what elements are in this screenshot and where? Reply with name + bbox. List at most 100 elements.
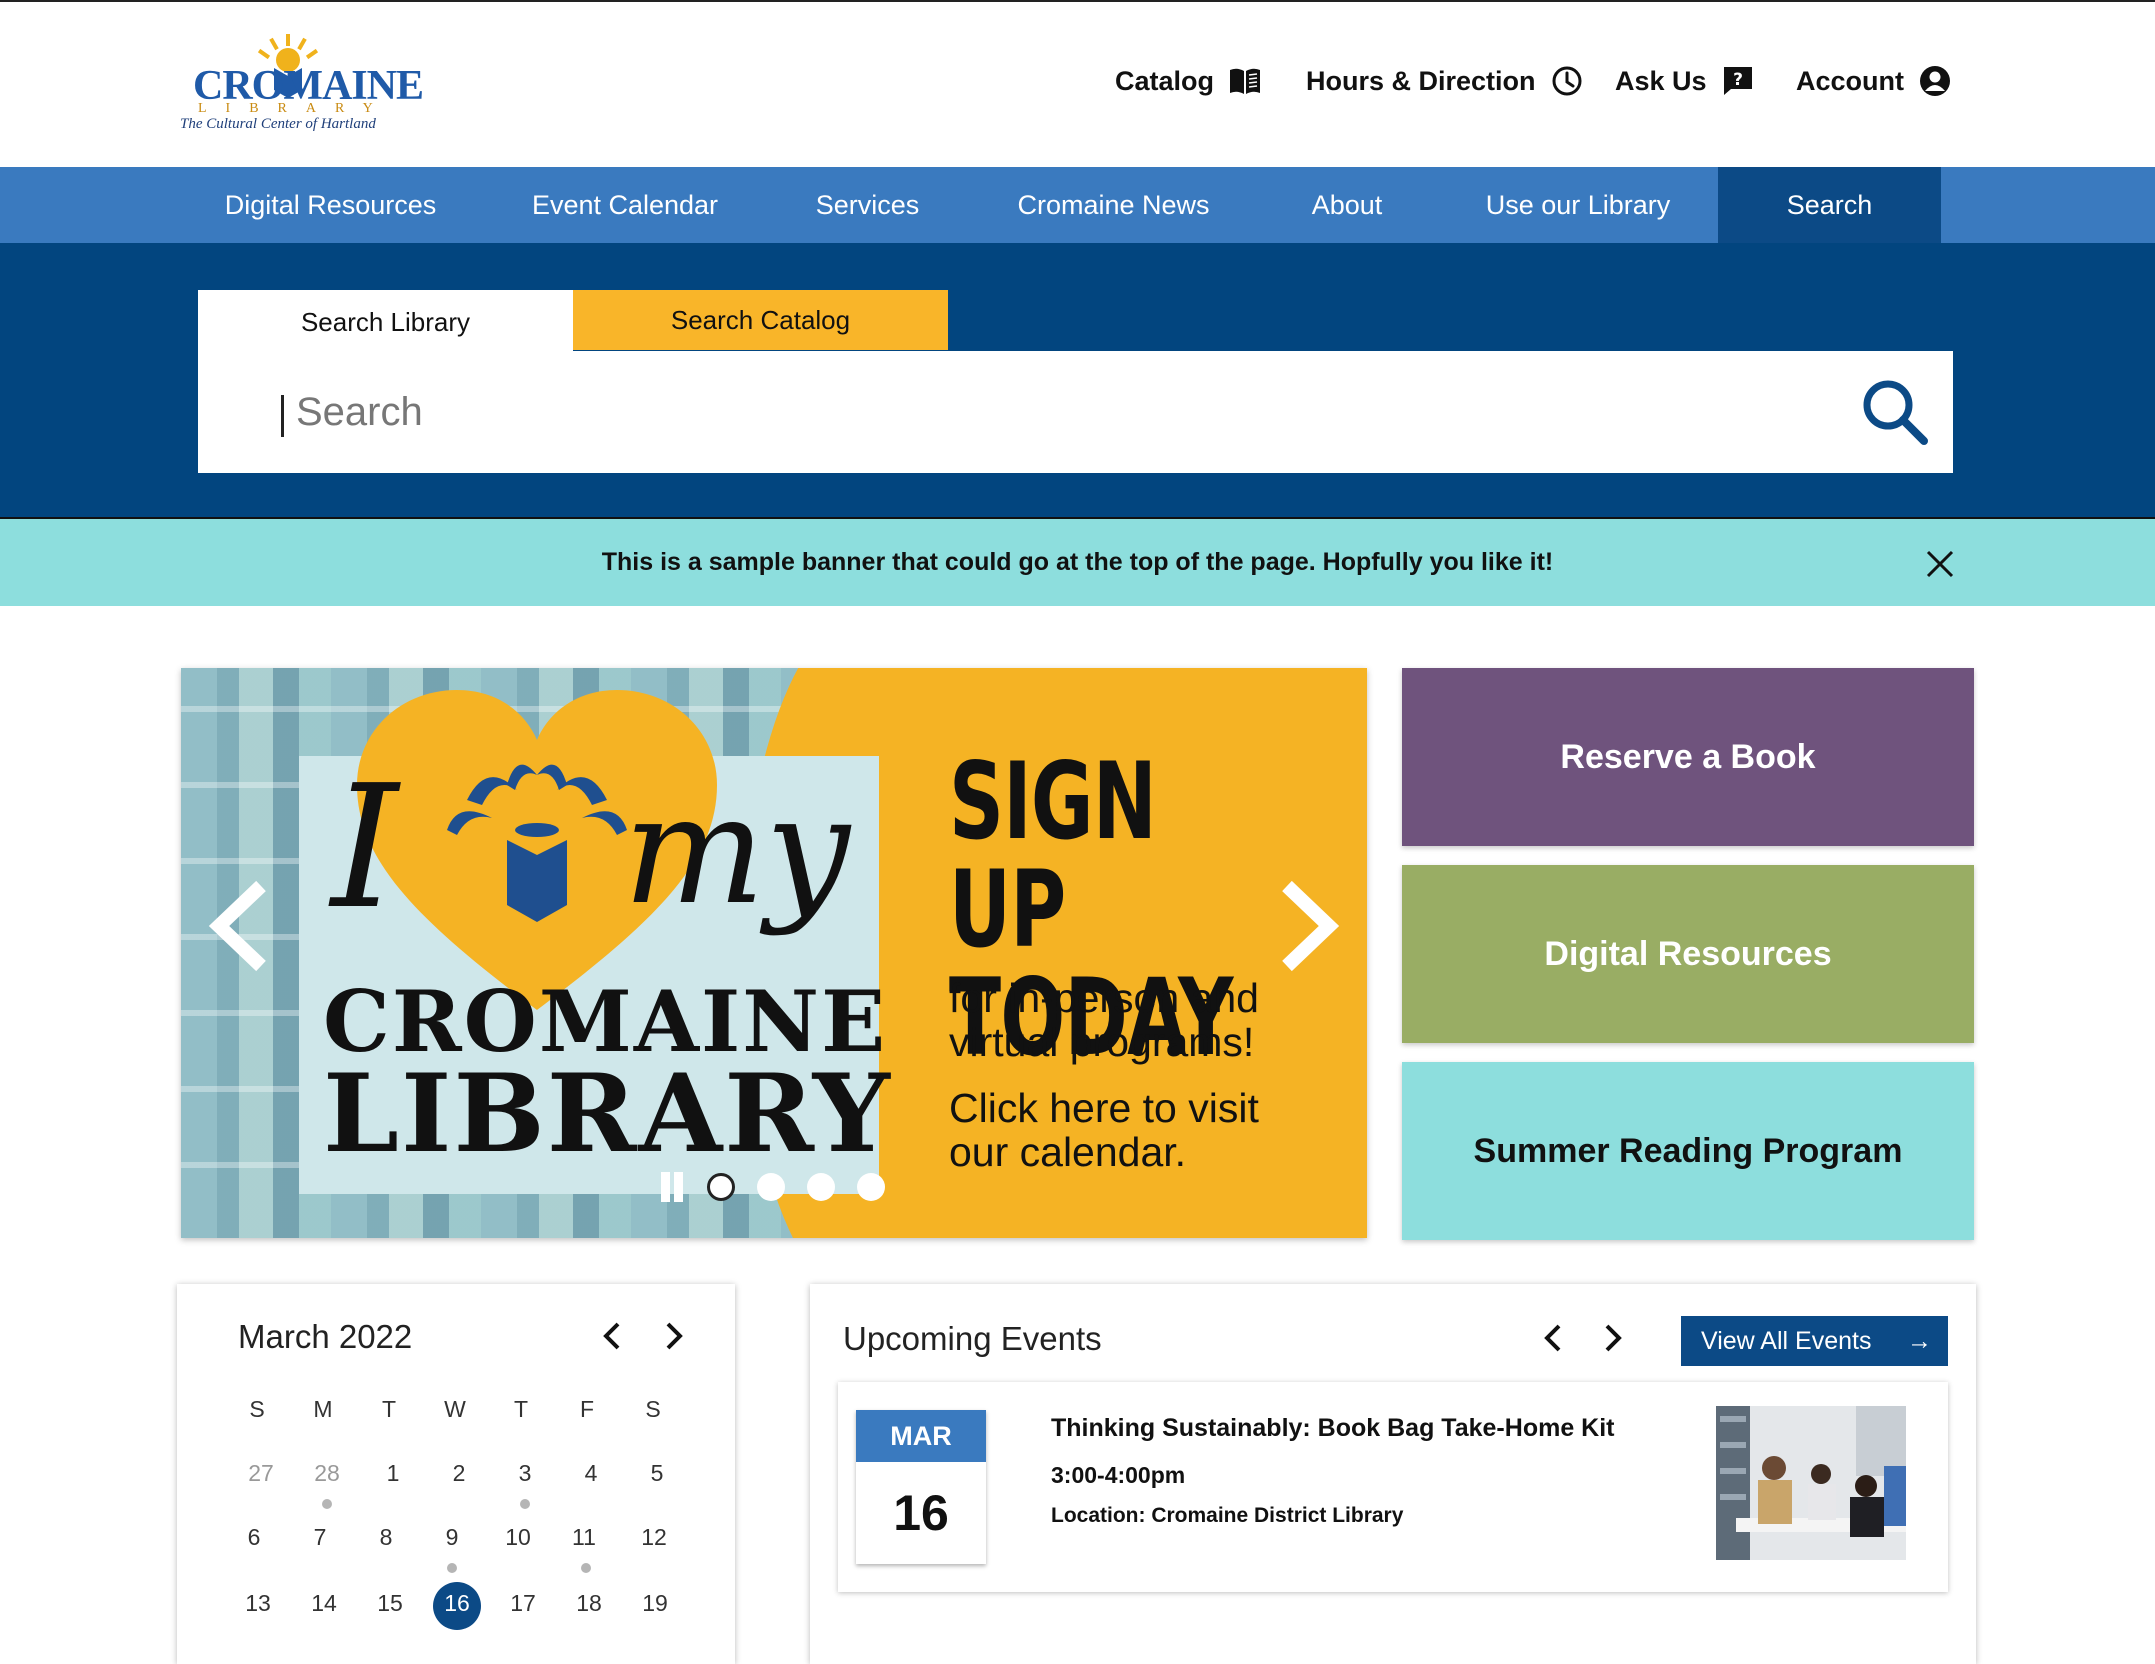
event-card[interactable]: MAR 16 Thinking Sustainably: Book Bag Ta…: [838, 1382, 1948, 1592]
cromaine-library-logo[interactable]: CROMAINE LIBRARY The Cultural Center of …: [178, 32, 424, 142]
search-icon[interactable]: [1858, 375, 1932, 449]
event-marker: [447, 1563, 457, 1573]
ask-us-link[interactable]: Ask Us ?: [1615, 64, 1755, 98]
arrow-right-icon: →: [1907, 1327, 1932, 1355]
digital-resources-label: Digital Resources: [1544, 935, 1832, 973]
calendar-month-title: March 2022: [238, 1318, 413, 1355]
tab-search-library[interactable]: Search Library: [198, 290, 573, 354]
catalog-link[interactable]: Catalog: [1115, 64, 1262, 98]
calendar-day[interactable]: 14: [299, 1590, 349, 1617]
clock-icon: [1552, 66, 1582, 96]
calendar-dow: M: [313, 1396, 333, 1422]
calendar-dow: T: [381, 1396, 397, 1422]
question-bubble-icon: ?: [1723, 67, 1752, 95]
account-icon: [1920, 66, 1950, 96]
digital-resources-button[interactable]: Digital Resources: [1402, 865, 1974, 1043]
calendar-day[interactable]: 9: [427, 1524, 477, 1551]
promo-my-word: my: [623, 764, 850, 938]
event-marker: [520, 1499, 530, 1509]
logo-subtitle: LIBRARY: [198, 101, 392, 116]
account-link[interactable]: Account: [1796, 64, 1952, 98]
carousel-dot-2[interactable]: [757, 1173, 785, 1201]
calendar-day[interactable]: 15: [365, 1590, 415, 1617]
calendar-day[interactable]: 19: [630, 1590, 680, 1617]
calendar-day[interactable]: 3: [500, 1460, 550, 1487]
close-icon[interactable]: [1924, 548, 1956, 580]
calendar-day[interactable]: 5: [632, 1460, 682, 1487]
calendar-day[interactable]: 7: [295, 1524, 345, 1551]
nav-item-use-our-library[interactable]: Use our Library: [1468, 167, 1688, 243]
alert-text: This is a sample banner that could go at…: [601, 548, 1554, 576]
promo-calendar-link[interactable]: Click here to visit our calendar.: [949, 1086, 1279, 1174]
search-box: [198, 351, 1953, 473]
calendar-day[interactable]: 18: [564, 1590, 614, 1617]
upcoming-events-panel: Upcoming Events View All Events → MAR 16…: [810, 1284, 1976, 1664]
calendar-day[interactable]: 17: [498, 1590, 548, 1617]
promo-carousel[interactable]: I my CROMAINE LIBRARY SIGN UP TODAY for …: [181, 668, 1367, 1238]
nav-item-cromaine-news[interactable]: Cromaine News: [1000, 167, 1227, 243]
calendar-day[interactable]: 2: [434, 1460, 484, 1487]
calendar-day[interactable]: 11: [559, 1524, 609, 1551]
book-icon: [1230, 68, 1261, 94]
reserve-book-label: Reserve a Book: [1560, 738, 1816, 776]
search-section: Search Library Search Catalog: [0, 243, 2155, 519]
nav-item-event-calendar[interactable]: Event Calendar: [516, 167, 734, 243]
text-caret: [281, 395, 284, 437]
calendar-day[interactable]: 12: [629, 1524, 679, 1551]
nav-item-search[interactable]: Search: [1718, 167, 1941, 243]
event-date-badge: MAR 16: [856, 1410, 986, 1564]
calendar-next-icon[interactable]: [659, 1318, 689, 1354]
calendar-prev-icon[interactable]: [597, 1318, 627, 1354]
calendar-day[interactable]: 6: [229, 1524, 279, 1551]
event-marker: [322, 1499, 332, 1509]
calendar-day-today[interactable]: 16: [432, 1590, 482, 1617]
calendar-day[interactable]: 27: [236, 1460, 286, 1487]
search-input[interactable]: [294, 381, 1794, 443]
event-title[interactable]: Thinking Sustainably: Book Bag Take-Home…: [1051, 1414, 1615, 1443]
pause-icon[interactable]: [659, 1172, 685, 1202]
nav-item-services[interactable]: Services: [800, 167, 935, 243]
calendar-dow: W: [444, 1396, 466, 1422]
nav-item-digital-resources[interactable]: Digital Resources: [203, 167, 458, 243]
alert-banner: This is a sample banner that could go at…: [0, 519, 2155, 606]
promo-i-word: I: [331, 749, 399, 947]
events-next-icon[interactable]: [1598, 1320, 1628, 1356]
calendar-dow: S: [645, 1396, 661, 1422]
mini-calendar: March 2022 S M T W T F S 27 28 1 2 3 4 5…: [177, 1284, 735, 1664]
nav-item-about[interactable]: About: [1294, 167, 1400, 243]
ask-us-label: Ask Us: [1615, 65, 1707, 96]
calendar-dow: F: [579, 1396, 595, 1422]
view-all-events-button[interactable]: View All Events →: [1681, 1316, 1948, 1366]
calendar-day[interactable]: 13: [233, 1590, 283, 1617]
event-month: MAR: [856, 1410, 986, 1462]
carousel-next-icon[interactable]: [1275, 878, 1341, 974]
carousel-dot-4[interactable]: [857, 1173, 885, 1201]
calendar-day[interactable]: 10: [493, 1524, 543, 1551]
carousel-dot-1[interactable]: [707, 1173, 735, 1201]
carousel-indicators: [659, 1172, 885, 1202]
calendar-dow: S: [249, 1396, 265, 1422]
calendar-day[interactable]: 8: [361, 1524, 411, 1551]
event-photo-image: [1716, 1406, 1906, 1560]
event-day: 16: [893, 1485, 949, 1541]
summer-reading-button[interactable]: Summer Reading Program: [1402, 1062, 1974, 1240]
calendar-dow: T: [513, 1396, 529, 1422]
calendar-day[interactable]: 28: [302, 1460, 352, 1487]
promo-subtext: for in-person and virtual programs!: [949, 975, 1259, 1065]
hours-direction-label: Hours & Direction: [1306, 65, 1536, 96]
calendar-day[interactable]: 1: [368, 1460, 418, 1487]
summer-reading-label: Summer Reading Program: [1473, 1132, 1903, 1170]
svg-text:?: ?: [1733, 70, 1743, 90]
calendar-day[interactable]: 4: [566, 1460, 616, 1487]
view-all-events-label: View All Events: [1701, 1327, 1872, 1355]
site-header: CROMAINE LIBRARY The Cultural Center of …: [0, 0, 2155, 167]
logo-tagline: The Cultural Center of Hartland: [180, 116, 376, 132]
events-title: Upcoming Events: [843, 1320, 1102, 1357]
reserve-book-button[interactable]: Reserve a Book: [1402, 668, 1974, 846]
carousel-prev-icon[interactable]: [207, 878, 273, 974]
tab-search-catalog[interactable]: Search Catalog: [573, 290, 948, 350]
events-prev-icon[interactable]: [1538, 1320, 1568, 1356]
carousel-dot-3[interactable]: [807, 1173, 835, 1201]
hours-direction-link[interactable]: Hours & Direction: [1306, 64, 1584, 98]
catalog-label: Catalog: [1115, 65, 1215, 96]
